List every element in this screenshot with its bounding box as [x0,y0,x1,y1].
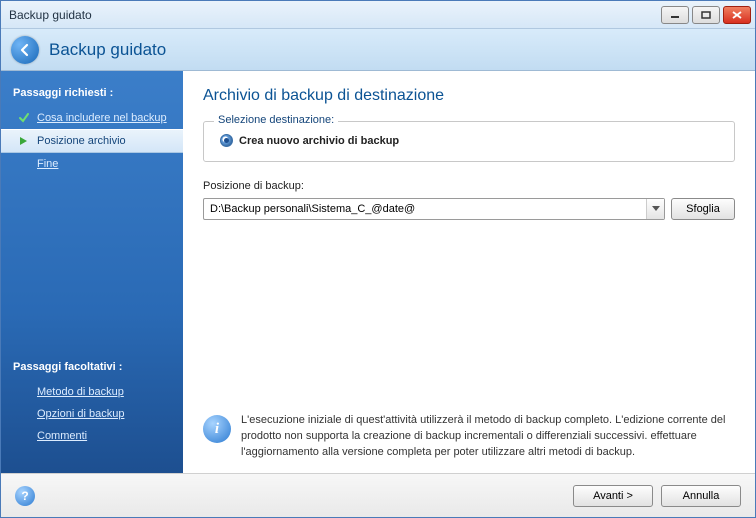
wizard-window: Backup guidato Backup guidato Passaggi r… [0,0,756,518]
wizard-title: Backup guidato [49,40,166,60]
radio-create-new[interactable]: Crea nuovo archivio di backup [216,134,722,147]
back-button[interactable] [11,36,39,64]
sidebar-step-include[interactable]: Cosa includere nel backup [1,107,183,129]
destination-groupbox: Selezione destinazione: Crea nuovo archi… [203,121,735,162]
info-panel: i L'esecuzione iniziale di quest'attivit… [203,409,735,461]
content-spacer [203,220,735,409]
sidebar-step-finish[interactable]: Fine [1,153,183,175]
close-button[interactable] [723,6,751,24]
step-icon [17,407,31,421]
step-icon [17,429,31,443]
info-icon: i [203,415,231,443]
info-text: L'esecuzione iniziale di quest'attività … [241,413,735,461]
sidebar-optional-heading: Passaggi facoltativi : [1,357,183,381]
maximize-button[interactable] [692,6,720,24]
radio-icon [220,134,233,147]
footer: ? Avanti > Annulla [1,473,755,517]
step-icon [17,157,31,171]
step-icon [17,385,31,399]
sidebar: Passaggi richiesti : Cosa includere nel … [1,71,183,473]
location-row: Sfoglia [203,198,735,220]
browse-button[interactable]: Sfoglia [671,198,735,220]
dropdown-arrow-icon[interactable] [646,199,664,219]
sidebar-step-label: Commenti [37,430,87,442]
sidebar-required-heading: Passaggi richiesti : [1,83,183,107]
sidebar-step-comments[interactable]: Commenti [1,425,183,447]
wizard-body: Passaggi richiesti : Cosa includere nel … [1,71,755,473]
sidebar-step-label: Metodo di backup [37,386,124,398]
sidebar-spacer [1,175,183,357]
titlebar: Backup guidato [1,1,755,29]
wizard-header: Backup guidato [1,29,755,71]
sidebar-step-label: Posizione archivio [37,135,126,147]
radio-label: Crea nuovo archivio di backup [239,135,399,147]
next-button[interactable]: Avanti > [573,485,653,507]
window-controls [661,6,751,24]
groupbox-legend: Selezione destinazione: [214,114,338,126]
content-area: Archivio di backup di destinazione Selez… [183,71,755,473]
arrow-right-icon [17,134,31,148]
help-icon[interactable]: ? [15,486,35,506]
sidebar-step-label: Cosa includere nel backup [37,112,167,124]
location-input[interactable] [204,199,646,219]
location-combo[interactable] [203,198,665,220]
page-title: Archivio di backup di destinazione [203,87,735,105]
cancel-button[interactable]: Annulla [661,485,741,507]
sidebar-step-location[interactable]: Posizione archivio [1,129,183,153]
sidebar-step-label: Fine [37,158,58,170]
location-label: Posizione di backup: [203,180,735,192]
sidebar-step-options[interactable]: Opzioni di backup [1,403,183,425]
minimize-button[interactable] [661,6,689,24]
window-title: Backup guidato [9,8,661,22]
sidebar-step-method[interactable]: Metodo di backup [1,381,183,403]
sidebar-step-label: Opzioni di backup [37,408,124,420]
check-icon [17,111,31,125]
